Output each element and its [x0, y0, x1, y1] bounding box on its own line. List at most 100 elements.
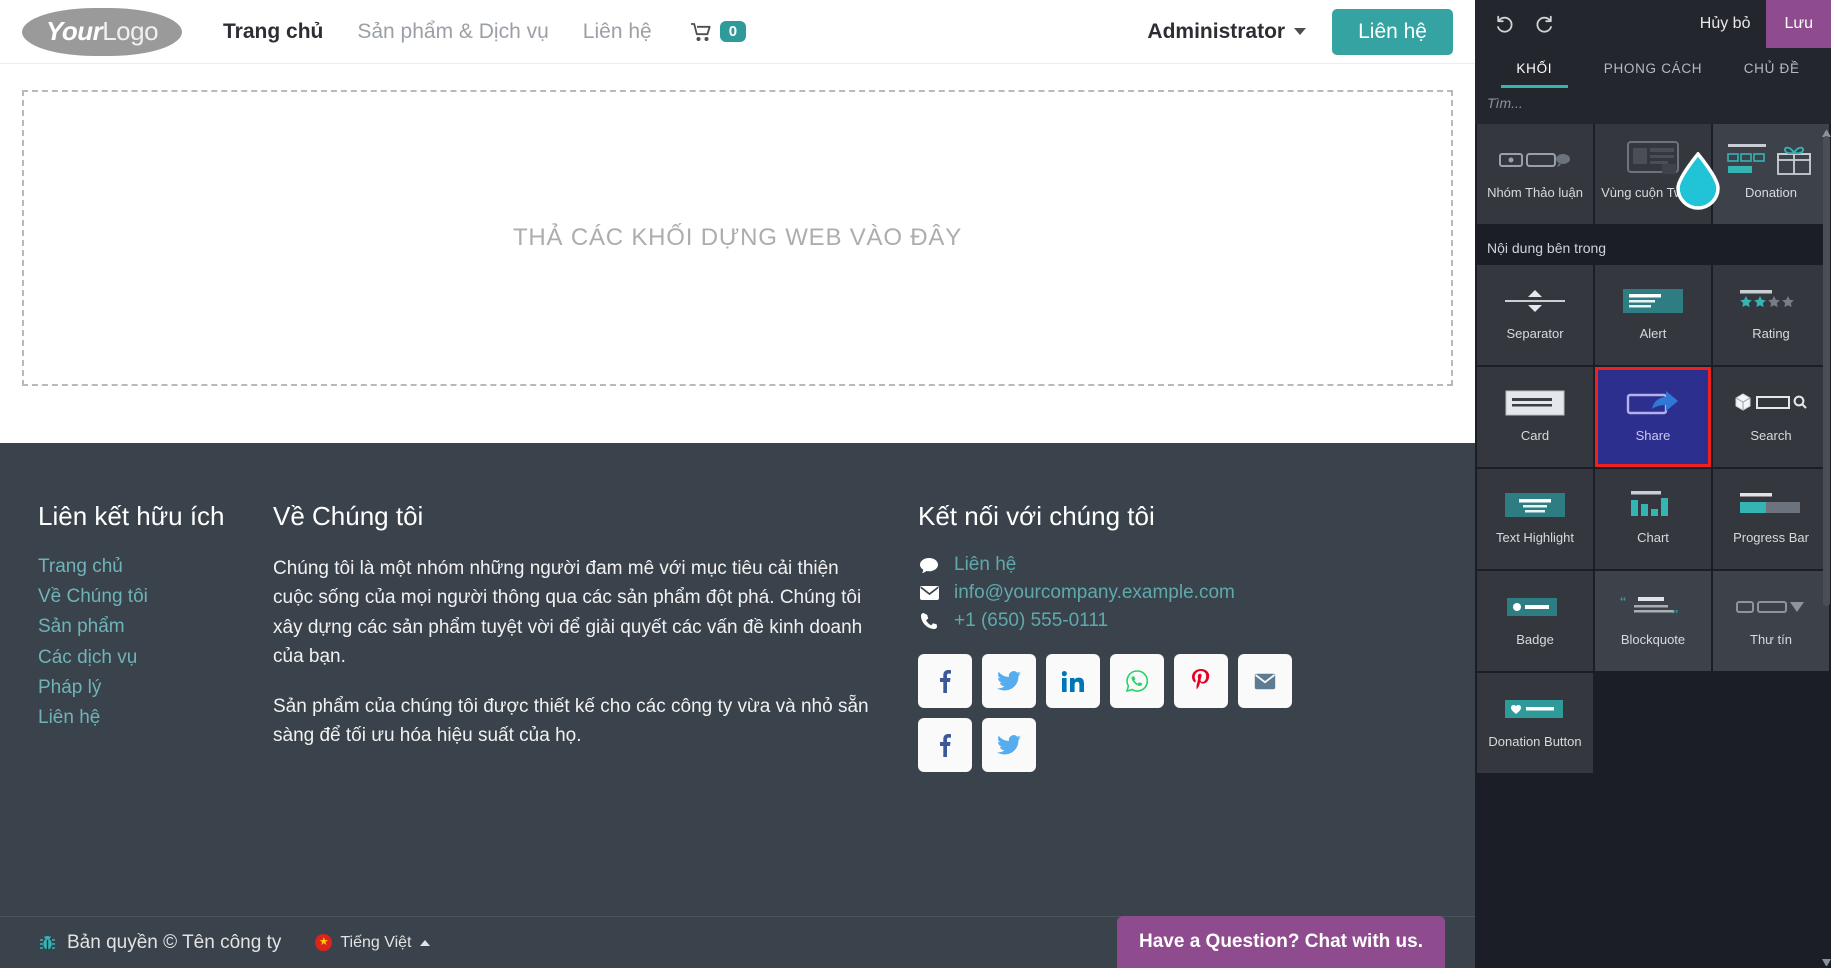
social-facebook-button-2[interactable]	[918, 718, 972, 772]
block-tile-blockquote[interactable]: “ ” Blockquote	[1595, 571, 1711, 671]
twitter-icon	[997, 735, 1021, 755]
search-box-icon	[1733, 381, 1809, 425]
building-block-dropzone[interactable]: THẢ CÁC KHỐI DỰNG WEB VÀO ĐÂY	[22, 90, 1453, 386]
nav-item-home[interactable]: Trang chủ	[223, 20, 323, 44]
separator-icon	[1503, 279, 1567, 323]
tab-style[interactable]: PHONG CÁCH	[1594, 48, 1713, 88]
header-right: Administrator Liên hệ	[1147, 8, 1453, 55]
footer-about-paragraph-2: Sản phẩm của chúng tôi được thiết kế cho…	[273, 695, 869, 747]
block-tile-badge[interactable]: Badge	[1477, 571, 1593, 671]
social-email-button[interactable]	[1238, 654, 1292, 708]
gift-icon	[1726, 138, 1816, 182]
phone-icon	[918, 612, 940, 630]
footer-link-home[interactable]: Trang chủ	[38, 554, 273, 580]
blockquote-icon: “ ”	[1620, 585, 1686, 629]
footer-link-legal[interactable]: Pháp lý	[38, 675, 273, 701]
panel-toolbar: Hủy bỏ Lưu	[1475, 0, 1831, 48]
scroll-thumb[interactable]	[1823, 136, 1830, 606]
footer-link-contact[interactable]: Liên hệ	[38, 705, 273, 731]
facebook-icon	[940, 734, 951, 757]
history-controls	[1475, 9, 1559, 39]
block-tile-chart[interactable]: Chart	[1595, 469, 1711, 569]
chat-icon	[918, 557, 940, 574]
scroll-down-arrow-icon[interactable]	[1822, 959, 1831, 968]
block-tile-progress-bar[interactable]: Progress Bar	[1713, 469, 1829, 569]
site-logo[interactable]: Your Logo	[22, 7, 197, 56]
cart-button[interactable]: 0	[690, 21, 747, 42]
block-tile-twitter-scroller[interactable]: Vùng cuộn Twitter	[1595, 124, 1711, 224]
social-whatsapp-button[interactable]	[1110, 654, 1164, 708]
contact-row-chat[interactable]: Liên hệ	[918, 554, 1398, 576]
tab-blocks[interactable]: KHỐI	[1475, 48, 1594, 88]
contact-phone-link[interactable]: +1 (650) 555-0111	[954, 610, 1108, 632]
block-tile-label: Chart	[1637, 530, 1669, 545]
section-header-inner-content: Nội dung bên trong	[1487, 240, 1607, 256]
tab-theme[interactable]: CHỦ ĐỀ	[1712, 48, 1831, 88]
footer-link-about[interactable]: Về Chúng tôi	[38, 584, 273, 610]
donation-button-icon	[1505, 687, 1565, 731]
search-input[interactable]	[1487, 95, 1819, 111]
vietnam-flag-icon: ★	[315, 934, 333, 951]
footer-link-list: Trang chủ Về Chúng tôi Sản phẩm Các dịch…	[38, 554, 273, 731]
footer-columns: Liên kết hữu ích Trang chủ Về Chúng tôi …	[0, 501, 1475, 772]
chevron-up-icon	[419, 939, 430, 946]
save-button[interactable]: Lưu	[1766, 0, 1831, 48]
progress-bar-icon	[1739, 483, 1803, 527]
redo-button[interactable]	[1529, 9, 1559, 39]
block-tile-newsletter[interactable]: Thư tín	[1713, 571, 1829, 671]
block-grid-top: Nhóm Thảo luận Vùng cuộn Twitter Donatio…	[1475, 124, 1831, 224]
block-tile-separator[interactable]: Separator	[1477, 265, 1593, 365]
facebook-icon	[940, 670, 951, 693]
account-menu[interactable]: Administrator	[1147, 20, 1307, 44]
block-tile-card[interactable]: Card	[1477, 367, 1593, 467]
language-selector[interactable]: ★ Tiếng Việt	[315, 933, 430, 952]
block-tile-label: Search	[1750, 428, 1792, 443]
footer-connect-column: Kết nối với chúng tôi Liên hệ info@yourc…	[918, 501, 1398, 772]
cart-icon	[690, 22, 711, 41]
contact-chat-link[interactable]: Liên hệ	[954, 554, 1016, 576]
contact-button[interactable]: Liên hệ	[1332, 8, 1453, 55]
badge-icon	[1507, 585, 1563, 629]
cancel-button[interactable]: Hủy bỏ	[1684, 15, 1767, 33]
block-tile-label: Separator	[1506, 326, 1564, 341]
block-tile-search[interactable]: Search	[1713, 367, 1829, 467]
panel-scrollbar[interactable]	[1822, 128, 1831, 968]
block-tile-share[interactable]: Share	[1595, 367, 1711, 467]
logo-text-light: Logo	[102, 16, 159, 46]
social-twitter-button-2[interactable]	[982, 718, 1036, 772]
nav-item-contact[interactable]: Liên hệ	[583, 20, 652, 44]
undo-button[interactable]	[1489, 9, 1519, 39]
contact-email-link[interactable]: info@yourcompany.example.com	[954, 582, 1235, 604]
chat-widget-button[interactable]: Have a Question? Chat with us.	[1117, 916, 1445, 968]
block-grid-inner-content: Separator Alert Rating Card Share Search…	[1475, 265, 1831, 773]
contact-row-phone[interactable]: +1 (650) 555-0111	[918, 610, 1398, 632]
svg-text:“: “	[1620, 595, 1626, 610]
nav-item-products-services[interactable]: Sản phẩm & Dịch vụ	[357, 20, 548, 44]
site-header: Your Logo Trang chủ Sản phẩm & Dịch vụ Li…	[0, 0, 1475, 64]
block-tile-label: Thư tín	[1750, 632, 1792, 647]
block-tile-text-highlight[interactable]: Text Highlight	[1477, 469, 1593, 569]
social-linkedin-button[interactable]	[1046, 654, 1100, 708]
block-tile-label: Alert	[1639, 326, 1667, 341]
website-preview: Your Logo Trang chủ Sản phẩm & Dịch vụ Li…	[0, 0, 1475, 968]
block-tile-label: Donation Button	[1488, 734, 1582, 749]
social-facebook-button[interactable]	[918, 654, 972, 708]
language-label: Tiếng Việt	[340, 933, 412, 951]
block-tile-donation[interactable]: Donation	[1713, 124, 1829, 224]
block-tile-label: Text Highlight	[1495, 530, 1575, 545]
block-tile-rating[interactable]: Rating	[1713, 265, 1829, 365]
block-tile-donation-button[interactable]: Donation Button	[1477, 673, 1593, 773]
block-tile-alert[interactable]: Alert	[1595, 265, 1711, 365]
block-tile-label: Badge	[1516, 632, 1554, 647]
editor-panel: Hủy bỏ Lưu KHỐI PHONG CÁCH CHỦ ĐỀ Tìm...…	[1475, 0, 1831, 968]
block-tile-discussion-group[interactable]: Nhóm Thảo luận	[1477, 124, 1593, 224]
social-pinterest-button[interactable]	[1174, 654, 1228, 708]
footer-link-products[interactable]: Sản phẩm	[38, 614, 273, 640]
svg-text:”: ”	[1672, 608, 1678, 620]
footer-link-services[interactable]: Các dịch vụ	[38, 645, 273, 671]
social-twitter-button[interactable]	[982, 654, 1036, 708]
dropzone-label: THẢ CÁC KHỐI DỰNG WEB VÀO ĐÂY	[512, 224, 963, 251]
footer-links-title: Liên kết hữu ích	[38, 501, 225, 531]
contact-row-email[interactable]: info@yourcompany.example.com	[918, 582, 1398, 604]
footer-about-paragraph-1: Chúng tôi là một nhóm những người đam mê…	[273, 558, 863, 668]
